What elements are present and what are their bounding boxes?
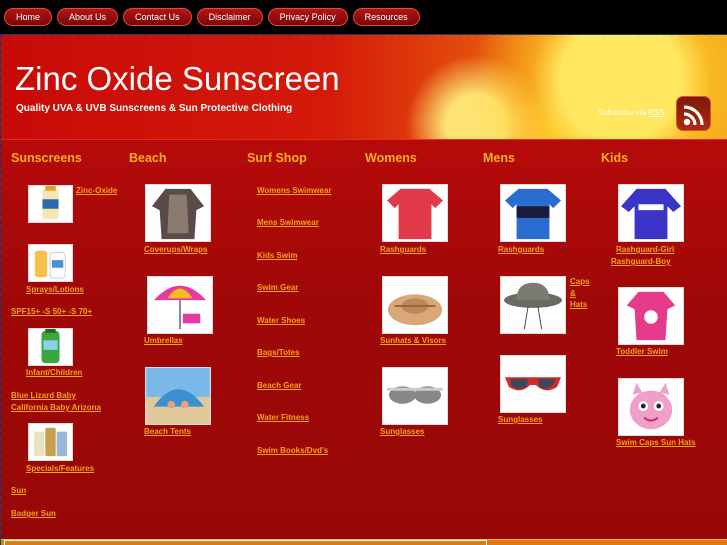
- link-kids-swim[interactable]: Kids Swim: [257, 250, 297, 261]
- mens-sunglasses-image[interactable]: [500, 355, 566, 413]
- link-umbrellas[interactable]: Umbrellas: [144, 335, 183, 346]
- womens-sunhats-image[interactable]: [382, 276, 448, 334]
- link-womens-swimwear[interactable]: Womens Swimwear: [257, 185, 332, 196]
- link-zinc-oxide[interactable]: Zinc-Oxide: [76, 185, 117, 196]
- link-badger-sun[interactable]: Badger Sun: [11, 508, 56, 519]
- link-womens-rashguards[interactable]: Rashguards: [380, 244, 426, 255]
- rss-subscribe-text: Subscribe via RSS: [598, 108, 665, 117]
- link-womens-sunhats-visors[interactable]: Sunhats & Visors: [380, 335, 446, 346]
- link-beach-tents[interactable]: Beach Tents: [144, 426, 191, 437]
- beach-tents-image[interactable]: [145, 367, 211, 425]
- rss-link[interactable]: RSS: [648, 108, 664, 117]
- link-rashguard-boy[interactable]: Rashguard-Boy: [611, 256, 671, 267]
- link-california-baby-arizona[interactable]: California Baby Arizona: [11, 402, 101, 413]
- specials-image[interactable]: [28, 423, 73, 461]
- link-spf[interactable]: SPF15+ -S 50+ -S 70+: [11, 306, 92, 317]
- mens-caps-image[interactable]: [500, 276, 566, 334]
- kids-rashguard-image[interactable]: [618, 184, 684, 242]
- column-womens: Womens Rashguards Sunhats & Visors Sungl…: [355, 140, 473, 540]
- heading-womens: Womens: [365, 151, 417, 165]
- sprays-image[interactable]: [28, 244, 73, 282]
- womens-sunglasses-image[interactable]: [382, 367, 448, 425]
- link-rashguard-girl[interactable]: Rashguard-Girl: [616, 244, 674, 255]
- link-caps-hats-2[interactable]: &: [570, 288, 576, 299]
- nav-home-button[interactable]: Home: [4, 8, 53, 26]
- link-water-fitness[interactable]: Water Fitness: [257, 412, 309, 423]
- toddler-swim-image[interactable]: [618, 287, 684, 345]
- link-sun[interactable]: Sun: [11, 485, 26, 496]
- header-banner: Zinc Oxide Sunscreen Quality UVA & UVB S…: [1, 35, 727, 139]
- heading-surf-shop: Surf Shop: [247, 151, 307, 165]
- coverups-image[interactable]: [145, 184, 211, 242]
- link-bags-totes[interactable]: Bags/Totes: [257, 347, 300, 358]
- mens-rashguards-image[interactable]: [500, 184, 566, 242]
- top-nav: Home About Us Contact Us Disclaimer Priv…: [0, 0, 727, 34]
- rss-prefix: Subscribe via: [598, 108, 649, 117]
- nav-resources-button[interactable]: Resources: [352, 8, 420, 26]
- link-swim-books-dvds[interactable]: Swim Books/Dvd's: [257, 445, 328, 456]
- link-caps-hats-3[interactable]: Hats: [570, 299, 587, 310]
- heading-beach: Beach: [129, 151, 167, 165]
- column-sunscreens: Sunscreens Zinc-Oxide Sprays/Lotions SPF…: [1, 140, 119, 540]
- column-mens: Mens Rashguards Caps & Hats Sunglasses: [473, 140, 591, 540]
- link-blue-lizard-baby[interactable]: Blue Lizard Baby: [11, 390, 76, 401]
- link-specials-features[interactable]: Specials/Features: [26, 463, 94, 474]
- nav-disclaimer-button[interactable]: Disclaimer: [196, 8, 263, 26]
- column-surf-shop: Surf Shop Womens Swimwear Mens Swimwear …: [237, 140, 355, 540]
- link-mens-swimwear[interactable]: Mens Swimwear: [257, 217, 319, 228]
- swim-caps-image[interactable]: [618, 378, 684, 436]
- nav-about-button[interactable]: About Us: [57, 8, 119, 26]
- site-tagline: Quality UVA & UVB Sunscreens & Sun Prote…: [16, 103, 293, 114]
- link-sprays-lotions[interactable]: Sprays/Lotions: [26, 284, 84, 295]
- nav-privacy-button[interactable]: Privacy Policy: [267, 8, 348, 26]
- link-mens-rashguards[interactable]: Rashguards: [498, 244, 544, 255]
- link-womens-sunglasses[interactable]: Sunglasses: [380, 426, 424, 437]
- infant-children-image[interactable]: [28, 328, 73, 366]
- link-caps-hats-1[interactable]: Caps: [570, 276, 590, 287]
- site-title[interactable]: Zinc Oxide Sunscreen: [15, 60, 340, 98]
- main-content: Sunscreens Zinc-Oxide Sprays/Lotions SPF…: [1, 139, 727, 539]
- link-water-shoes[interactable]: Water Shoes: [257, 315, 305, 326]
- rss-icon[interactable]: [676, 96, 711, 131]
- link-coverups-wraps[interactable]: Coverups/Wraps: [144, 244, 207, 255]
- nav-contact-button[interactable]: Contact Us: [123, 8, 192, 26]
- heading-mens: Mens: [483, 151, 515, 165]
- column-kids: Kids Rashguard-Girl Rashguard-Boy Toddle…: [591, 140, 727, 540]
- heading-sunscreens: Sunscreens: [11, 151, 82, 165]
- heading-kids: Kids: [601, 151, 629, 165]
- link-infant-children[interactable]: Infant/Children: [26, 367, 82, 378]
- link-swim-caps-sun-hats[interactable]: Swim Caps Sun Hats: [616, 437, 696, 448]
- footer-box: [4, 540, 487, 545]
- column-beach: Beach Coverups/Wraps Umbrellas Beach Ten…: [119, 140, 237, 540]
- umbrellas-image[interactable]: [147, 276, 213, 334]
- link-beach-gear[interactable]: Beach Gear: [257, 380, 301, 391]
- link-swim-gear[interactable]: Swim Gear: [257, 282, 298, 293]
- link-mens-sunglasses[interactable]: Sunglasses: [498, 414, 542, 425]
- womens-rashguards-image[interactable]: [382, 184, 448, 242]
- link-toddler-swim[interactable]: Toddler Swim: [616, 346, 668, 357]
- zinc-oxide-image[interactable]: [28, 185, 73, 223]
